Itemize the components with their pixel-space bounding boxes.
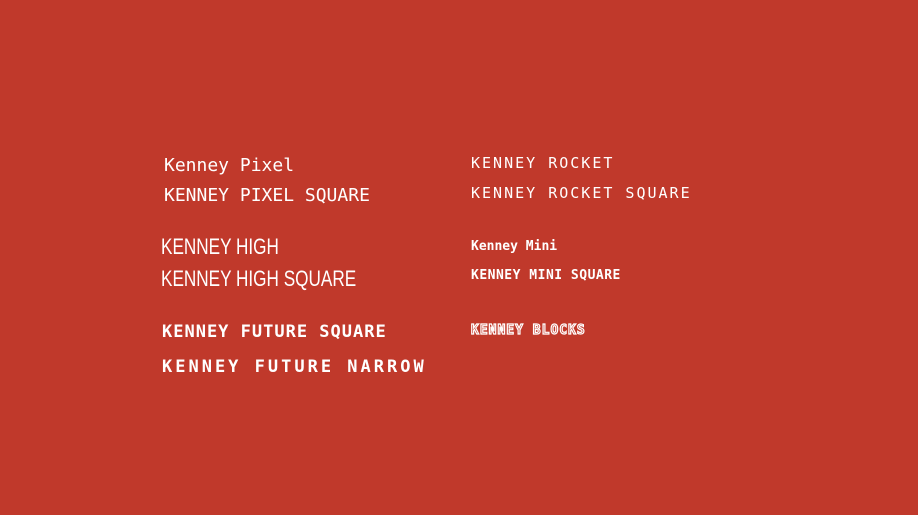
font-sample-kenney-blocks: KENNEY BLOCKS xyxy=(470,323,586,338)
font-showcase-canvas: Kenney Pixel KENNEY PIXEL SQUARE KENNEY … xyxy=(0,0,918,515)
font-sample-kenney-rocket: KENNEY ROCKET xyxy=(471,154,615,172)
font-sample-kenney-mini: Kenney Mini xyxy=(471,239,558,254)
font-sample-kenney-pixel: Kenney Pixel xyxy=(164,155,295,176)
font-sample-kenney-high-square: KENNEY HIGH SQUARE xyxy=(161,266,357,291)
font-sample-kenney-rocket-square: KENNEY ROCKET SQUARE xyxy=(471,184,692,202)
font-sample-kenney-future-square: KENNEY FUTURE SQUARE xyxy=(162,322,387,342)
font-sample-kenney-pixel-square: KENNEY PIXEL SQUARE xyxy=(164,185,370,206)
font-sample-kenney-high: KENNEY HIGH xyxy=(161,234,279,259)
font-sample-kenney-future-narrow: KENNEY FUTURE NARROW xyxy=(162,357,427,377)
font-sample-kenney-mini-square: KENNEY MINI SQUARE xyxy=(471,268,621,283)
